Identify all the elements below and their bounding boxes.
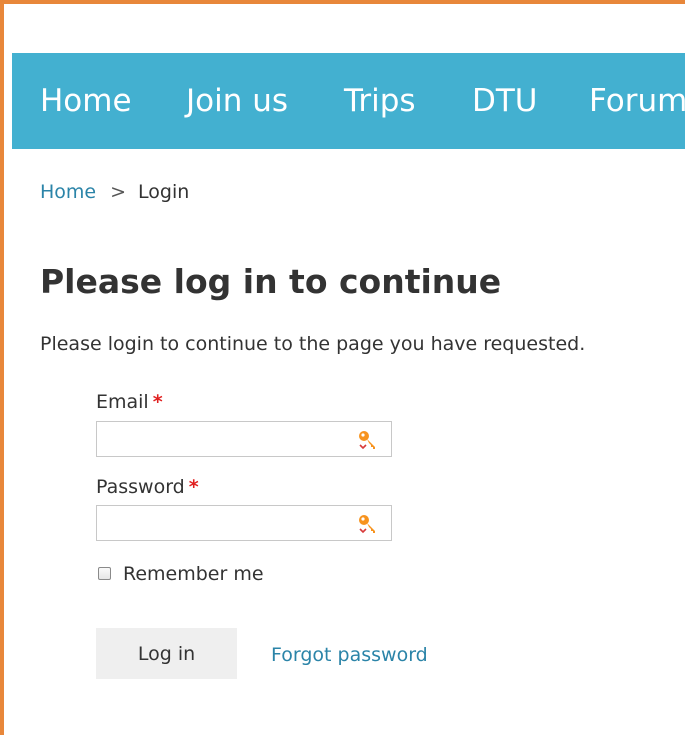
email-field-box	[96, 421, 392, 457]
key-icon[interactable]	[357, 429, 379, 451]
breadcrumb-home-link[interactable]: Home	[40, 181, 96, 203]
nav-item-dtu[interactable]: DTU	[472, 53, 538, 149]
intro-text: Please login to continue to the page you…	[40, 333, 586, 355]
remember-me-label[interactable]: Remember me	[123, 561, 264, 587]
remember-me-checkbox[interactable]	[98, 567, 111, 580]
password-field[interactable]	[97, 506, 363, 538]
password-label-text: Password	[96, 476, 185, 498]
key-icon[interactable]	[357, 513, 379, 535]
email-required-mark: *	[152, 391, 163, 413]
nav-item-home[interactable]: Home	[40, 53, 132, 149]
breadcrumb: Home > Login	[40, 179, 189, 205]
breadcrumb-separator: >	[110, 181, 127, 203]
breadcrumb-current: Login	[138, 181, 190, 203]
main-navbar: Home Join us Trips DTU Forum	[12, 53, 685, 149]
password-field-box	[96, 505, 392, 541]
forgot-password-link[interactable]: Forgot password	[271, 642, 428, 668]
page-frame: Home Join us Trips DTU Forum Home > Login …	[0, 0, 685, 735]
email-label: Email *	[96, 389, 163, 415]
nav-item-forum[interactable]: Forum	[589, 53, 685, 149]
login-button[interactable]: Log in	[96, 628, 237, 679]
email-field[interactable]	[97, 422, 363, 454]
password-required-mark: *	[188, 476, 199, 498]
password-label: Password *	[96, 474, 199, 500]
email-label-text: Email	[96, 391, 149, 413]
nav-item-trips[interactable]: Trips	[344, 53, 416, 149]
page-title: Please log in to continue	[40, 262, 502, 301]
nav-item-join-us[interactable]: Join us	[186, 53, 288, 149]
